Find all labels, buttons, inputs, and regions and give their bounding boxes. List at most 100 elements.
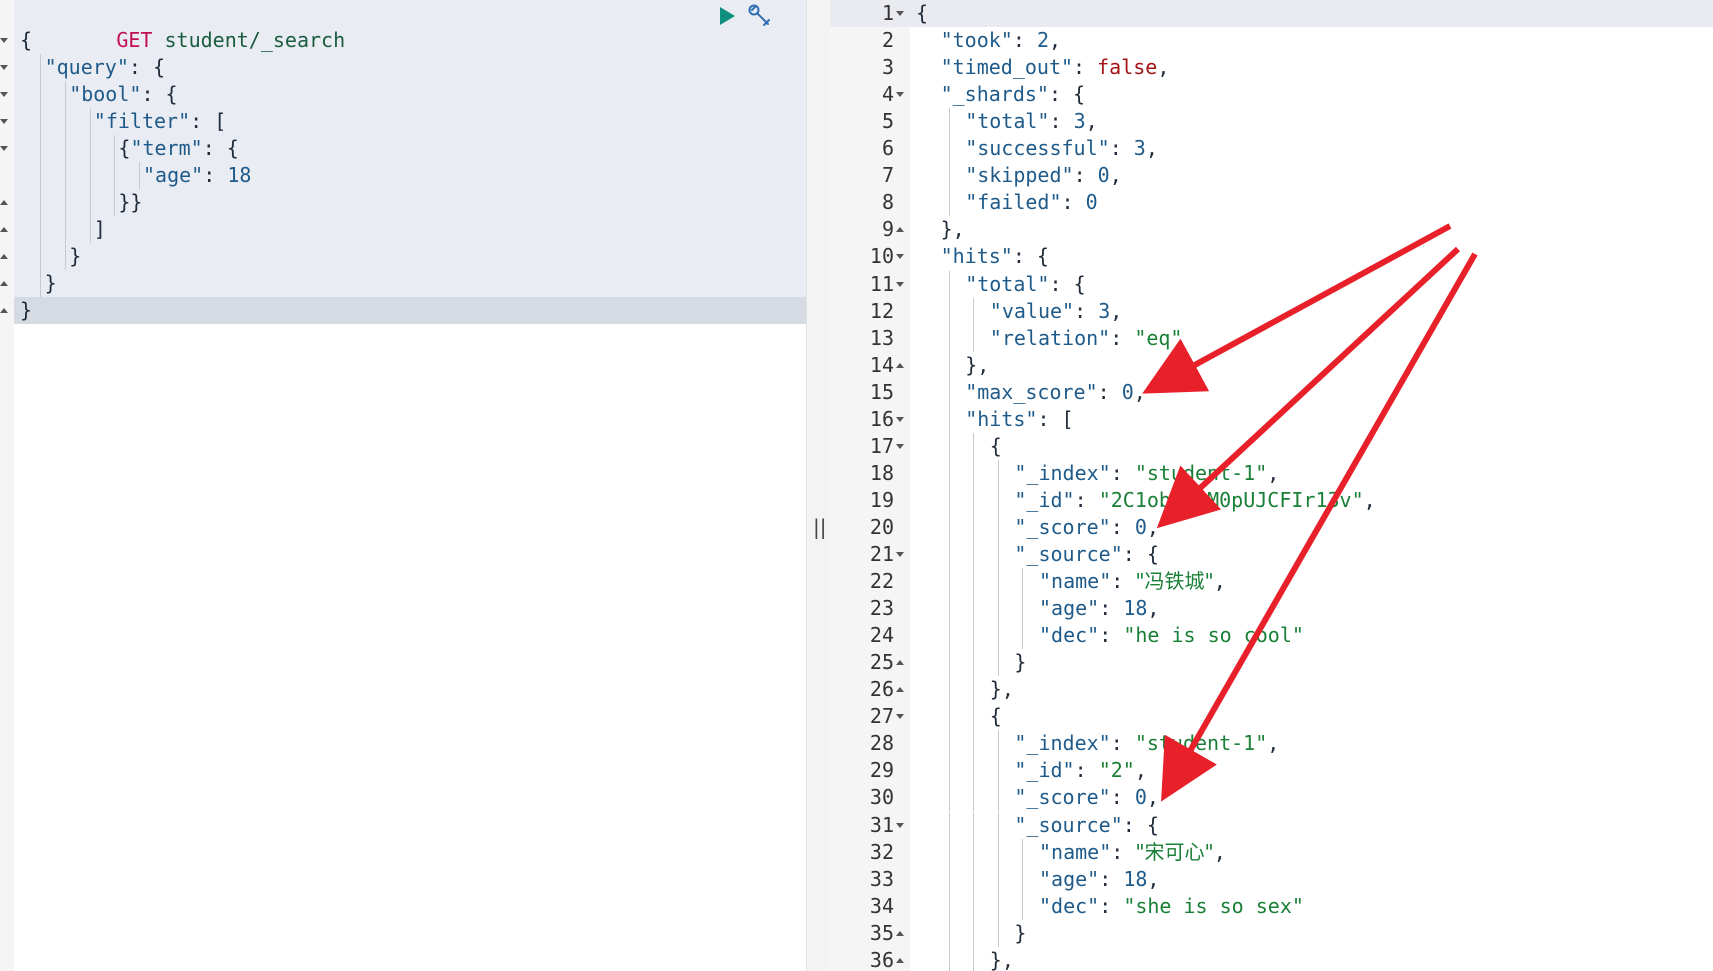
fold-end-icon[interactable] xyxy=(896,957,904,963)
fold-end-icon[interactable] xyxy=(0,281,8,286)
response-line: }, xyxy=(965,352,989,379)
line-number: 8 xyxy=(881,190,894,215)
response-line: "hits": { xyxy=(941,243,1049,270)
response-token: "took" xyxy=(940,28,1013,53)
response-token: , xyxy=(1147,866,1160,891)
response-line: "_score": 0, xyxy=(1014,784,1159,811)
response-token: "_score" xyxy=(1014,514,1111,539)
line-number: 6 xyxy=(881,136,894,161)
response-token: }, xyxy=(989,947,1014,971)
response-line: { xyxy=(916,0,928,27)
indent-guide xyxy=(973,838,975,866)
indent-guide xyxy=(973,432,975,460)
response-line: "age": 18, xyxy=(1039,595,1159,622)
fold-toggle-icon[interactable] xyxy=(0,146,8,151)
indent-guide xyxy=(948,486,950,514)
indent-guide xyxy=(40,81,42,108)
response-token: : xyxy=(1110,785,1135,810)
response-line: "name": "宋可心", xyxy=(1039,839,1226,866)
response-token: , xyxy=(1133,379,1146,404)
indent-guide xyxy=(64,81,66,108)
fold-end-icon[interactable] xyxy=(896,687,904,693)
indent-guide xyxy=(1022,892,1024,920)
indent-guide xyxy=(948,270,950,298)
fold-toggle-icon[interactable] xyxy=(896,822,904,828)
response-token: } xyxy=(1014,650,1027,675)
fold-toggle-icon[interactable] xyxy=(0,119,8,124)
fold-end-icon[interactable] xyxy=(0,200,8,205)
response-token: , xyxy=(1109,163,1122,188)
indent-guide xyxy=(948,919,950,947)
response-token: "_id" xyxy=(1014,487,1075,512)
request-token: : { xyxy=(141,82,178,106)
fold-toggle-icon[interactable] xyxy=(0,92,8,97)
response-token: : xyxy=(1073,55,1098,80)
response-token: : { xyxy=(1122,542,1159,566)
pane-divider[interactable]: || xyxy=(806,0,832,971)
fold-toggle-icon[interactable] xyxy=(896,443,904,449)
response-token: , xyxy=(1146,514,1159,539)
indent-guide xyxy=(1022,568,1024,596)
response-token: "skipped" xyxy=(965,163,1074,188)
fold-toggle-icon[interactable] xyxy=(0,65,8,70)
line-number: 27 xyxy=(869,704,894,729)
fold-toggle-icon[interactable] xyxy=(0,38,8,43)
fold-toggle-icon[interactable] xyxy=(896,11,904,16)
response-token: 3 xyxy=(1073,109,1086,134)
response-token: , xyxy=(1267,731,1280,756)
run-request-button[interactable] xyxy=(716,5,738,27)
request-line: "age": 18 xyxy=(143,162,251,189)
indent-guide xyxy=(89,216,91,243)
response-token: "_shards" xyxy=(940,82,1049,107)
fold-end-icon[interactable] xyxy=(0,308,8,313)
response-token: "hits" xyxy=(940,244,1013,269)
request-line: } xyxy=(20,297,32,324)
response-token: "name" xyxy=(1039,569,1112,594)
line-number: 16 xyxy=(869,406,894,431)
fold-toggle-icon[interactable] xyxy=(896,281,904,287)
response-token: "hits" xyxy=(965,406,1038,431)
line-number: 32 xyxy=(869,839,894,864)
line-number: 4 xyxy=(881,82,894,107)
fold-end-icon[interactable] xyxy=(0,227,8,232)
response-token: , xyxy=(1134,758,1147,783)
indent-guide xyxy=(948,108,950,136)
response-token: "timed_out" xyxy=(940,55,1074,80)
line-number: 30 xyxy=(869,785,894,810)
line-number: 19 xyxy=(869,487,894,512)
request-line: } xyxy=(45,270,57,297)
line-number: 31 xyxy=(869,812,894,837)
response-token: }, xyxy=(965,352,990,377)
response-token: : xyxy=(1099,866,1124,891)
settings-wrench-button[interactable] xyxy=(746,3,772,29)
fold-end-icon[interactable] xyxy=(896,930,904,936)
divider-handle-icon[interactable]: || xyxy=(813,515,826,539)
request-line: } xyxy=(69,243,81,270)
line-number: 22 xyxy=(869,569,894,594)
fold-end-icon[interactable] xyxy=(896,227,904,233)
line-number: 36 xyxy=(869,947,894,971)
response-token: , xyxy=(1110,298,1123,323)
line-number: 29 xyxy=(869,758,894,783)
line-number: 33 xyxy=(869,866,894,891)
response-token: 3 xyxy=(1133,136,1146,161)
fold-toggle-icon[interactable] xyxy=(896,92,904,98)
fold-end-icon[interactable] xyxy=(0,254,8,259)
response-token: "student-1" xyxy=(1134,731,1268,756)
fold-toggle-icon[interactable] xyxy=(896,552,904,557)
fold-toggle-icon[interactable] xyxy=(896,254,904,260)
indent-guide xyxy=(973,513,975,541)
fold-toggle-icon[interactable] xyxy=(896,416,904,422)
indent-guide xyxy=(948,513,950,541)
fold-end-icon[interactable] xyxy=(896,660,904,666)
request-token: } xyxy=(44,271,57,295)
fold-end-icon[interactable] xyxy=(896,362,904,368)
indent-guide xyxy=(997,865,999,893)
fold-toggle-icon[interactable] xyxy=(896,714,904,720)
response-token: 0 xyxy=(1097,163,1110,188)
response-token: "宋可心" xyxy=(1135,839,1214,864)
request-token: "query" xyxy=(44,55,129,79)
response-token: , xyxy=(1363,487,1376,512)
indent-guide xyxy=(973,946,975,971)
request-token: : { xyxy=(202,136,239,160)
